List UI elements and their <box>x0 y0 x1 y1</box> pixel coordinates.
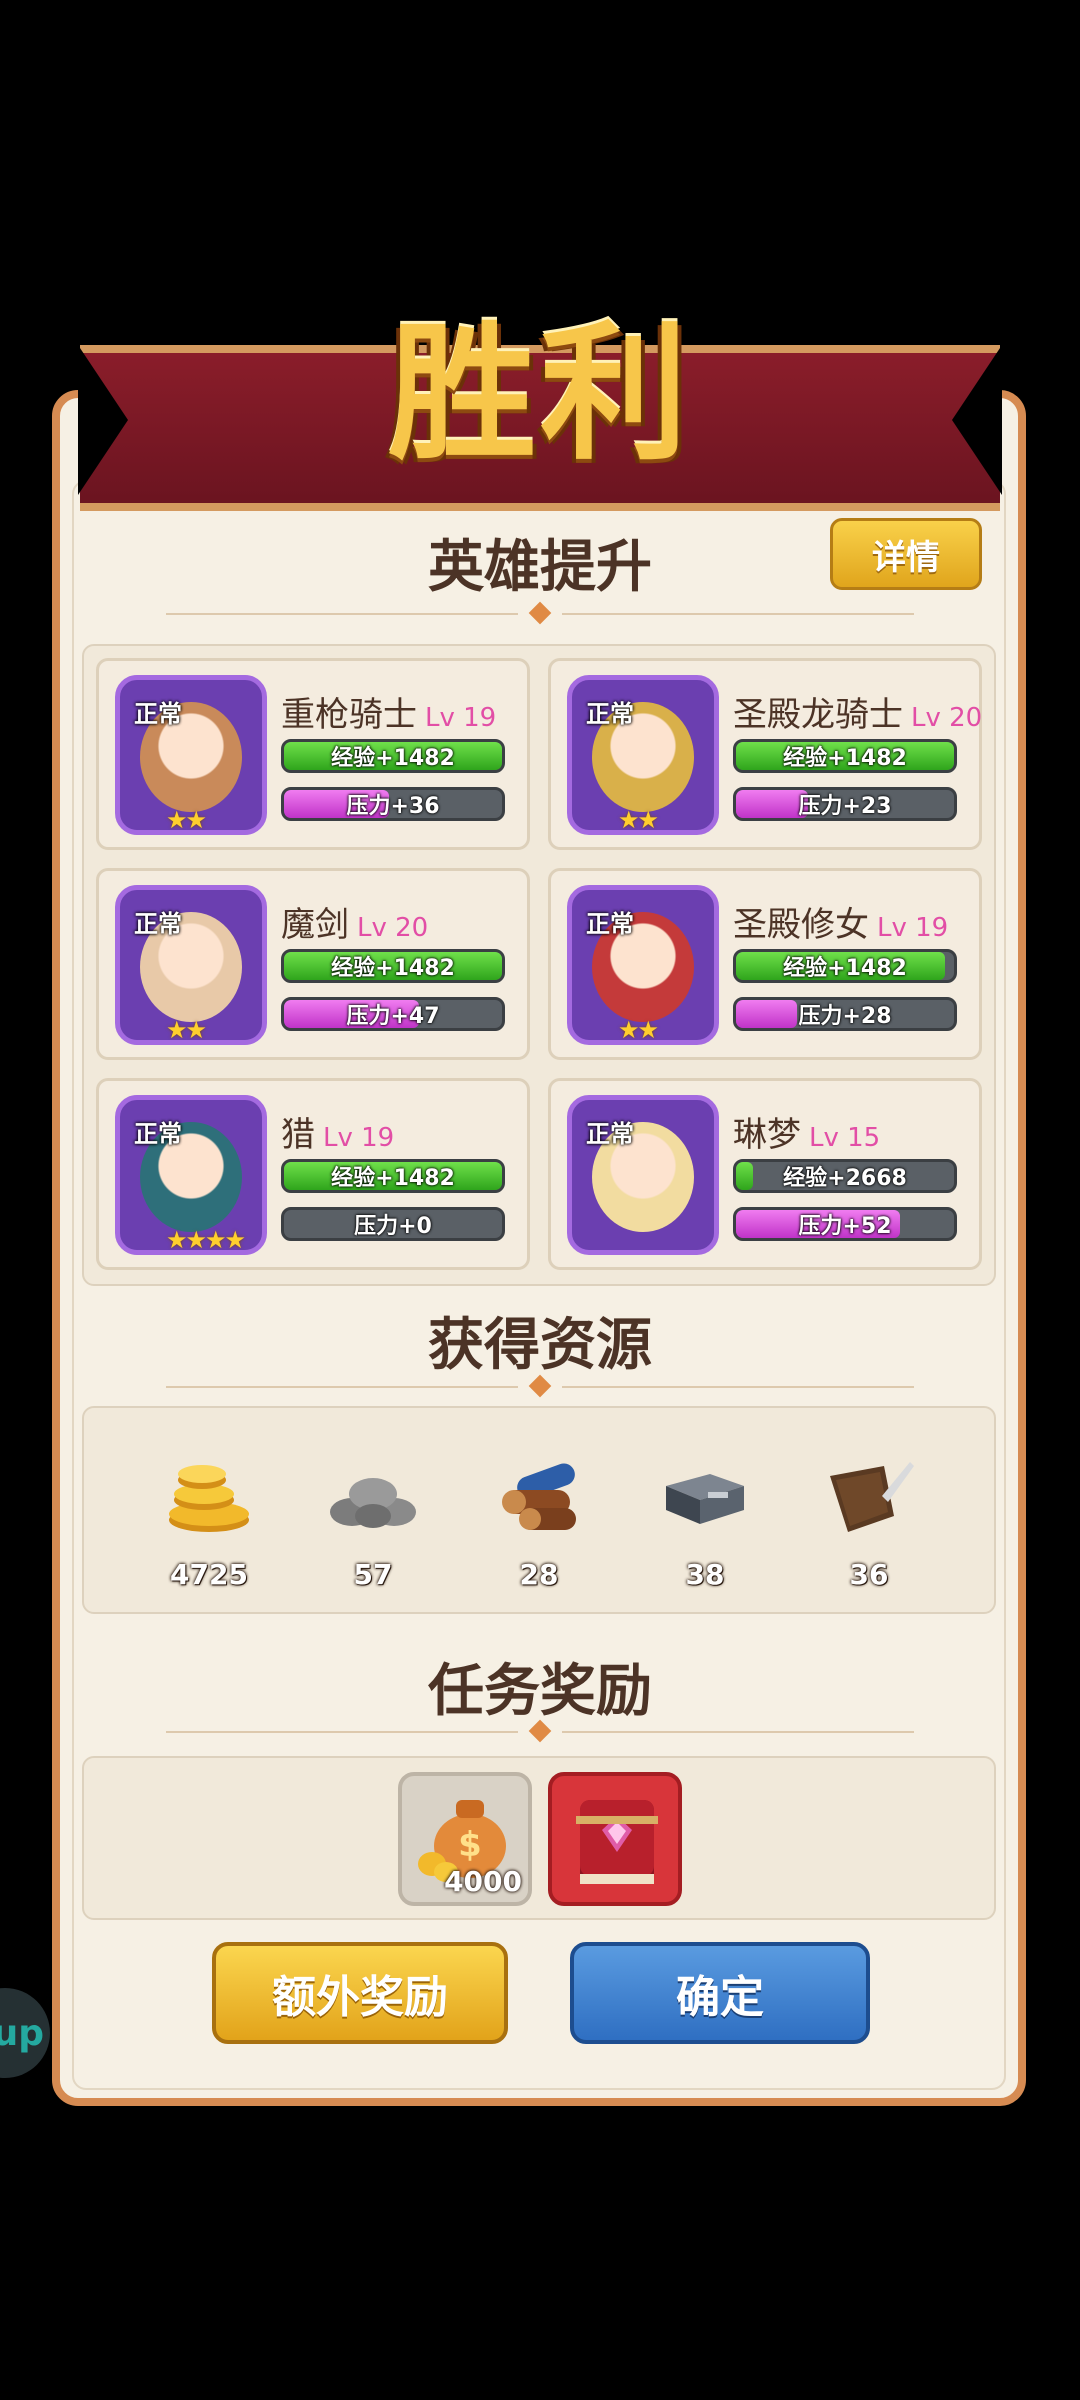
hero-card[interactable]: 正常 ★★ 魔剑 Lv 20 经验+1482 压力+47 <box>96 868 530 1060</box>
details-button[interactable]: 详情 <box>830 518 982 590</box>
hero-portrait: 正常 ★★ <box>567 885 719 1045</box>
hero-status: 正常 <box>134 700 182 728</box>
hero-portrait: 正常 ★★★★ <box>115 1095 267 1255</box>
extra-reward-button[interactable]: 额外奖励 <box>212 1942 508 2044</box>
hero-portrait: 正常 ★★ <box>115 885 267 1045</box>
reward-money-bag[interactable]: $ 4000 <box>398 1772 532 1906</box>
stress-bar-text: 压力+28 <box>798 1004 892 1029</box>
hero-name: 琳梦 <box>733 1115 801 1155</box>
hero-status: 正常 <box>134 910 182 938</box>
hero-status: 正常 <box>586 1120 634 1148</box>
hero-portrait: 正常 ★★ <box>567 675 719 835</box>
iron-ingot-icon <box>666 1474 744 1524</box>
stress-bar-text: 压力+23 <box>798 794 892 819</box>
hero-level: Lv 20 <box>911 703 983 733</box>
stress-bar: 压力+23 <box>733 787 957 821</box>
red-book-icon <box>576 1800 658 1884</box>
hero-name: 猎 <box>281 1115 315 1155</box>
task-divider-left <box>166 1731 518 1733</box>
hero-level: Lv 19 <box>323 1123 395 1153</box>
exp-bar: 经验+1482 <box>281 949 505 983</box>
resource-count: 28 <box>519 1558 559 1591</box>
resource-count: 4725 <box>170 1558 248 1591</box>
stress-bar-text: 压力+0 <box>354 1214 432 1239</box>
exp-bar-text: 经验+1482 <box>783 956 907 981</box>
hero-level: Lv 19 <box>425 703 497 733</box>
task-divider-right <box>562 1731 914 1733</box>
ribbon-tail-right <box>952 345 1002 495</box>
hero-name: 重枪骑士 <box>281 695 417 735</box>
victory-title: 胜利 <box>388 305 692 480</box>
hero-portrait: 正常 ★★ <box>115 675 267 835</box>
reward-count: 4000 <box>444 1865 522 1898</box>
hero-name-line: 猎 Lv 19 <box>281 1107 394 1156</box>
hero-status: 正常 <box>134 1120 182 1148</box>
hero-divider-right <box>562 613 914 615</box>
resources-divider-left <box>166 1386 518 1388</box>
task-section-title: 任务奖励 <box>428 1659 652 1724</box>
floating-badge-label: up <box>0 2012 44 2054</box>
exp-bar-text: 经验+2668 <box>783 1166 907 1191</box>
confirm-button[interactable]: 确定 <box>570 1942 870 2044</box>
exp-bar: 经验+2668 <box>733 1159 957 1193</box>
stress-bar-text: 压力+47 <box>346 1004 440 1029</box>
hero-card[interactable]: 正常 ★★ 圣殿龙骑士 Lv 20 经验+1482 压力+23 <box>548 658 982 850</box>
exp-bar-text: 经验+1482 <box>331 1166 455 1191</box>
exp-bar-text: 经验+1482 <box>331 956 455 981</box>
hero-stars: ★★★★ <box>166 1226 246 1254</box>
hero-stars: ★★ <box>618 1016 659 1044</box>
hero-name-line: 琳梦 Lv 15 <box>733 1107 880 1156</box>
gold-coins-icon <box>169 1465 249 1532</box>
hero-name-line: 重枪骑士 Lv 19 <box>281 687 496 736</box>
exp-bar-text: 经验+1482 <box>783 746 907 771</box>
stress-bar: 压力+28 <box>733 997 957 1031</box>
svg-text:$: $ <box>458 1825 482 1865</box>
hero-portrait: 正常 <box>567 1095 719 1255</box>
task-rewards-panel: $ 4000 <box>82 1756 996 1920</box>
reward-red-book[interactable] <box>548 1772 682 1906</box>
hero-stars: ★★ <box>166 1016 207 1044</box>
stress-bar-text: 压力+52 <box>798 1214 892 1239</box>
hero-name: 魔剑 <box>281 905 349 945</box>
exp-bar: 经验+1482 <box>733 949 957 983</box>
hero-card[interactable]: 正常 ★★★★ 猎 Lv 19 经验+1482 压力+0 <box>96 1078 530 1270</box>
resources-divider-right <box>562 1386 914 1388</box>
hero-stars: ★★ <box>618 806 659 834</box>
resource-count: 57 <box>353 1558 393 1591</box>
ribbon-tail-left <box>78 345 128 495</box>
hero-stars: ★★ <box>166 806 207 834</box>
hero-card[interactable]: 正常 ★★ 重枪骑士 Lv 19 经验+1482 压力+36 <box>96 658 530 850</box>
stress-bar-text: 压力+36 <box>346 794 440 819</box>
resource-count: 38 <box>685 1558 725 1591</box>
hero-status: 正常 <box>586 910 634 938</box>
exp-bar: 经验+1482 <box>281 739 505 773</box>
stress-bar: 压力+47 <box>281 997 505 1031</box>
resource-count: 36 <box>849 1558 889 1591</box>
hero-list: 正常 ★★ 重枪骑士 Lv 19 经验+1482 压力+36 正常 ★★ 圣殿龙骑… <box>82 644 996 1286</box>
hero-name: 圣殿龙骑士 <box>733 695 903 735</box>
hero-name-line: 圣殿龙骑士 Lv 20 <box>733 687 982 736</box>
hero-divider-left <box>166 613 518 615</box>
hero-level: Lv 19 <box>877 913 949 943</box>
leather-icon <box>830 1462 914 1532</box>
floating-assist-badge[interactable]: up <box>0 1988 50 2078</box>
exp-bar: 经验+1482 <box>281 1159 505 1193</box>
hero-name-line: 魔剑 Lv 20 <box>281 897 428 946</box>
hero-status: 正常 <box>586 700 634 728</box>
wood-logs-icon <box>502 1463 576 1530</box>
hero-level: Lv 20 <box>357 913 429 943</box>
resources-panel: 4725 57 28 38 36 <box>82 1406 996 1614</box>
hero-level: Lv 15 <box>809 1123 881 1153</box>
exp-bar: 经验+1482 <box>733 739 957 773</box>
hero-name: 圣殿修女 <box>733 905 869 945</box>
stress-bar: 压力+52 <box>733 1207 957 1241</box>
hero-card[interactable]: 正常 琳梦 Lv 15 经验+2668 压力+52 <box>548 1078 982 1270</box>
hero-name-line: 圣殿修女 Lv 19 <box>733 897 948 946</box>
stone-icon <box>330 1478 416 1528</box>
stress-bar: 压力+0 <box>281 1207 505 1241</box>
exp-bar-text: 经验+1482 <box>331 746 455 771</box>
resources-section-title: 获得资源 <box>428 1313 652 1378</box>
stress-bar: 压力+36 <box>281 787 505 821</box>
hero-card[interactable]: 正常 ★★ 圣殿修女 Lv 19 经验+1482 压力+28 <box>548 868 982 1060</box>
